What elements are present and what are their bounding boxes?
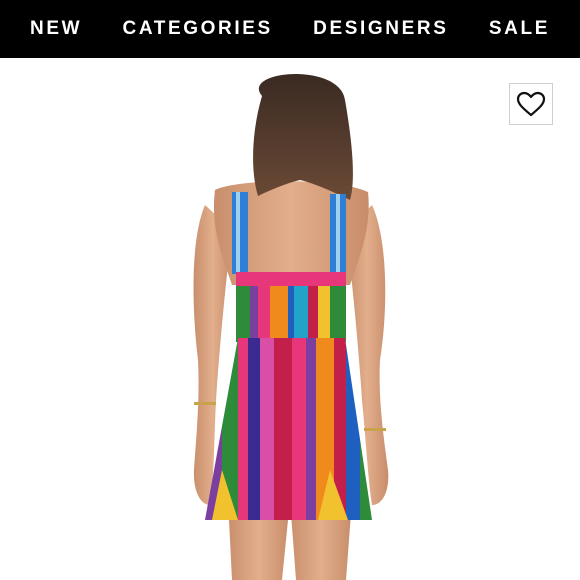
top-navigation-bar: NEW CATEGORIES DESIGNERS SALE	[0, 0, 580, 58]
nav-item-new[interactable]: NEW	[30, 18, 82, 40]
dress-back-view-image	[193, 73, 389, 580]
product-page: NEW CATEGORIES DESIGNERS SALE	[0, 0, 580, 580]
nav-item-categories[interactable]: CATEGORIES	[123, 18, 273, 40]
nav-item-designers[interactable]: DESIGNERS	[313, 18, 448, 40]
nav-item-sale[interactable]: SALE	[489, 18, 550, 40]
product-photo[interactable]	[0, 58, 580, 580]
heart-icon	[516, 91, 546, 117]
like-button[interactable]	[509, 83, 553, 125]
